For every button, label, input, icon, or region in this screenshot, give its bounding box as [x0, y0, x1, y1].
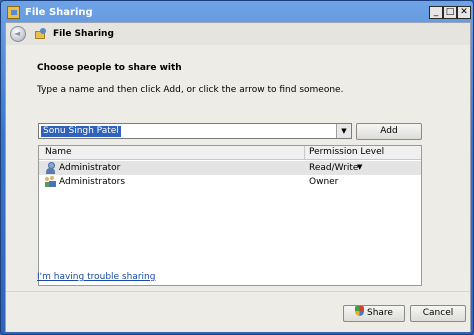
permission-dropdown-arrow-icon[interactable]: ▼ [357, 163, 362, 171]
navigation-bar: File Sharing [6, 23, 470, 45]
share-button[interactable]: Share [343, 305, 405, 322]
list-header: Name Permission Level [39, 146, 421, 160]
name-combobox[interactable]: Sonu Singh Patel ▼ [38, 123, 352, 139]
chevron-down-icon[interactable]: ▼ [336, 124, 351, 138]
list-row[interactable]: Administrators Owner [39, 175, 421, 189]
cancel-button[interactable]: Cancel [410, 305, 466, 322]
share-list: Name Permission Level Administrator Read… [38, 145, 422, 286]
trouble-sharing-link[interactable]: I'm having trouble sharing [37, 272, 155, 282]
close-button[interactable]: ✕ [457, 6, 471, 19]
back-arrow-icon[interactable] [10, 26, 26, 42]
row-name: Administrator [59, 163, 121, 173]
share-button-label: Share [367, 308, 393, 318]
column-header-name[interactable]: Name [45, 147, 72, 157]
maximize-button[interactable]: □ [443, 6, 457, 19]
page-title: File Sharing [53, 29, 114, 39]
user-icon [45, 162, 56, 174]
window-title: File Sharing [25, 7, 93, 18]
column-header-permission[interactable]: Permission Level [309, 147, 384, 157]
list-row[interactable]: Administrator Read/Write ▼ [39, 161, 421, 175]
add-button[interactable]: Add [356, 123, 422, 140]
instruction-text: Type a name and then click Add, or click… [37, 85, 344, 95]
file-sharing-app-icon [7, 6, 20, 19]
user-group-icon [45, 176, 56, 188]
name-input-value[interactable]: Sonu Singh Patel [41, 126, 121, 137]
window-frame: File Sharing _ □ ✕ File Sharing Choose p… [0, 0, 474, 335]
row-permission[interactable]: Read/Write [309, 163, 358, 173]
title-bar[interactable]: File Sharing _ □ ✕ [5, 4, 471, 22]
choose-people-heading: Choose people to share with [37, 63, 182, 73]
shared-folder-icon [35, 28, 47, 40]
row-permission: Owner [309, 177, 339, 187]
row-name: Administrators [59, 177, 126, 187]
minimize-button[interactable]: _ [429, 6, 443, 19]
dialog-client-area: File Sharing Choose people to share with… [5, 22, 471, 332]
uac-shield-icon [355, 306, 364, 316]
column-divider[interactable] [304, 146, 305, 159]
